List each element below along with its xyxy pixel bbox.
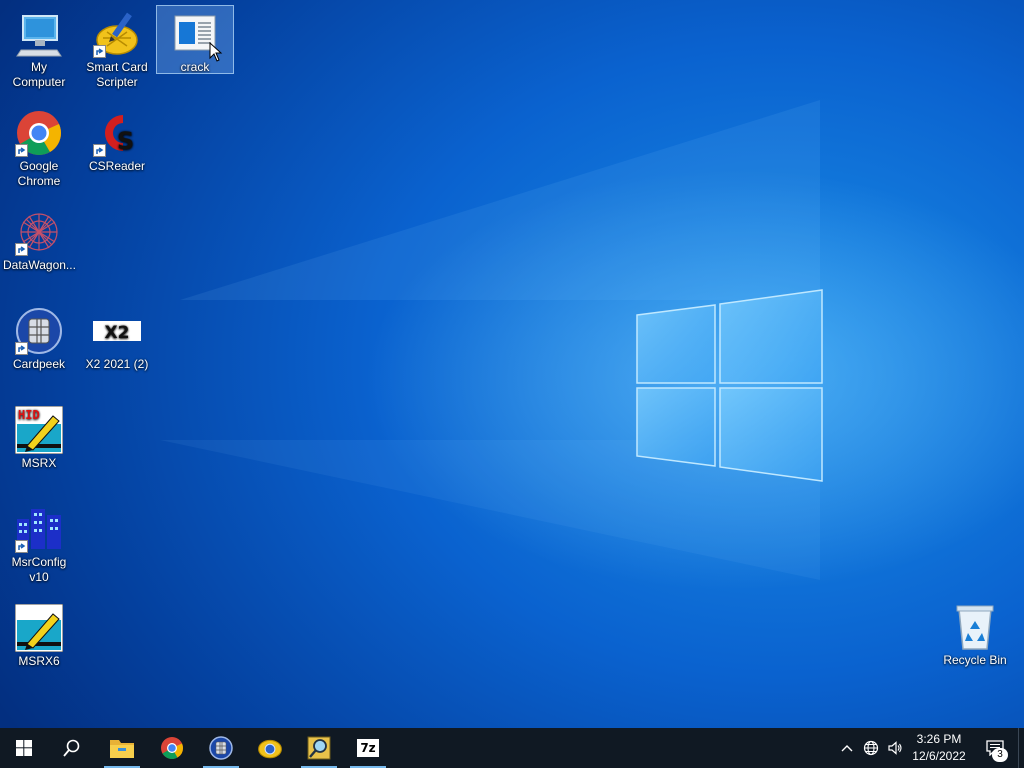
speaker-icon [888,741,902,755]
chrome-icon [15,109,63,157]
icon-label: DataWagon... [3,258,76,272]
icon-label: MSRX [21,456,57,470]
smart-card-scripter-icon [258,739,282,759]
icon-label: MSRX6 [18,654,60,668]
mouse-cursor-icon [209,42,223,62]
desktop-icon-msrconfig[interactable]: MsrConfig v10 [1,501,77,585]
desktop-icon-msrx[interactable]: HID MSRX [1,402,77,471]
desktop-icon-csreader[interactable]: S CSReader [79,105,155,174]
show-desktop-divider[interactable] [1018,728,1019,768]
clock[interactable]: 3:26 PM 12/6/2022 [906,728,972,768]
desktop-icon-msrx6[interactable]: MSRX6 [1,600,77,669]
desktop-icon-smart-card-scripter[interactable]: Smart Card Scripter [79,6,155,90]
computer-icon [15,10,63,58]
shortcut-arrow-icon [93,45,106,58]
network-button[interactable] [860,728,882,768]
show-hidden-icons-button[interactable] [838,728,856,768]
datawagon-icon [15,208,63,256]
x2-icon: X2 [93,307,141,355]
globe-network-icon [863,740,879,756]
desktop-icon-my-computer[interactable]: My Computer [1,6,77,90]
recycle-bin-icon [951,603,999,651]
icon-label: Cardpeek [12,357,66,371]
cardpeek-icon [209,736,233,760]
desktop-icon-google-chrome[interactable]: Google Chrome [1,105,77,189]
desktop-icon-cardpeek[interactable]: Cardpeek [1,303,77,372]
taskbar-magnifier-app[interactable] [295,728,343,768]
x2-badge: X2 [105,323,130,343]
msrconfig-icon [15,505,63,553]
shortcut-arrow-icon [15,243,28,256]
taskbar-chrome[interactable] [148,728,196,768]
light-beam [180,100,820,300]
chrome-icon [161,737,183,759]
start-button[interactable] [0,728,48,768]
volume-button[interactable] [884,728,906,768]
icon-label: MsrConfig v10 [11,555,67,584]
7zip-icon: 7z [357,739,379,757]
clock-time: 3:26 PM [916,732,962,746]
taskbar-file-explorer[interactable] [98,728,146,768]
icon-label: X2 2021 (2) [85,357,149,371]
icon-label: My Computer [12,60,66,89]
taskbar: 7z 3:26 PM 12/6/2022 [0,728,1024,768]
windows-logo-wallpaper [636,289,823,482]
clock-date: 12/6/2022 [912,749,966,763]
shortcut-arrow-icon [15,540,28,553]
desktop[interactable]: My Computer Smart Card Scripter crack Go… [0,0,1024,728]
taskbar-cardpeek[interactable] [197,728,245,768]
search-button[interactable] [48,728,96,768]
csreader-icon: S [93,109,141,157]
msrx-badge: HID [18,408,40,422]
cardpeek-icon [15,307,63,355]
shortcut-arrow-icon [15,144,28,157]
shortcut-arrow-icon [15,342,28,355]
magnifier-app-icon [307,736,331,760]
icon-label: CSReader [88,159,146,173]
chevron-up-icon [841,745,853,752]
icon-label: Smart Card Scripter [86,60,148,89]
msrx6-icon [14,603,64,653]
taskbar-7zip[interactable]: 7z [344,728,392,768]
smart-card-scripter-icon [93,10,141,58]
icon-label: Google Chrome [17,159,61,188]
search-icon [63,739,80,757]
notification-count-badge: 3 [992,748,1008,762]
taskbar-smart-card-scripter[interactable] [246,728,294,768]
svg-text:S: S [117,127,134,155]
start-icon [16,740,32,756]
desktop-icon-datawagon[interactable]: DataWagon... [1,204,77,273]
msrx-icon: HID [14,405,64,455]
desktop-icon-recycle-bin[interactable]: Recycle Bin [937,599,1013,668]
icon-label: Recycle Bin [943,653,1007,667]
shortcut-arrow-icon [93,144,106,157]
desktop-icon-crack[interactable]: crack [156,5,234,74]
desktop-icon-x2-2021[interactable]: X2 X2 2021 (2) [79,303,155,372]
document-icon [171,10,223,62]
file-explorer-icon [110,740,134,758]
icon-label: crack [180,60,210,74]
